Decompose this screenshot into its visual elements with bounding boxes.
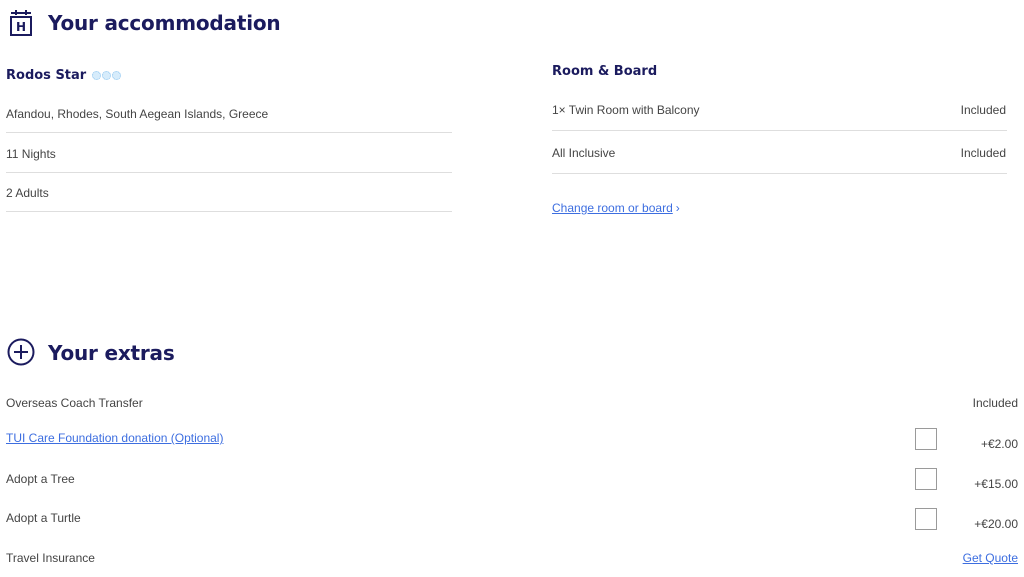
- extra-item-price: +€15.00: [974, 477, 1018, 491]
- extra-item-value: Included: [972, 396, 1018, 410]
- get-quote-link[interactable]: Get Quote: [963, 551, 1018, 565]
- hotel-icon: H: [9, 9, 33, 37]
- get-quote-wrap: Get Quote: [963, 551, 1018, 565]
- svg-text:H: H: [16, 20, 26, 34]
- room-type-status: Included: [960, 103, 1006, 117]
- change-room-or-board-link[interactable]: Change room or board: [552, 201, 673, 215]
- divider: [6, 211, 452, 212]
- tui-care-foundation-link[interactable]: TUI Care Foundation donation (Optional): [6, 431, 223, 445]
- divider: [6, 172, 452, 173]
- extra-item-label: Overseas Coach Transfer: [6, 396, 143, 410]
- adopt-turtle-checkbox[interactable]: [915, 508, 937, 530]
- nights-count: 11 Nights: [6, 147, 56, 161]
- star-icon: [102, 71, 112, 80]
- extra-item-label-wrap: TUI Care Foundation donation (Optional): [6, 431, 223, 445]
- extras-title: Your extras: [48, 341, 175, 365]
- accommodation-title: Your accommodation: [48, 11, 281, 35]
- hotel-name-row: Rodos Star: [6, 68, 122, 83]
- divider: [552, 130, 1007, 131]
- star-icon: [112, 71, 122, 80]
- extra-item-label: Adopt a Turtle: [6, 511, 81, 525]
- room-type: 1× Twin Room with Balcony: [552, 103, 700, 117]
- divider: [6, 132, 452, 133]
- chevron-right-icon: ›: [675, 201, 680, 215]
- change-room-link-wrap: Change room or board ›: [552, 201, 680, 215]
- star-rating: [92, 71, 122, 80]
- star-icon: [92, 71, 102, 80]
- board-type: All Inclusive: [552, 146, 616, 160]
- extra-item-price: +€20.00: [974, 517, 1018, 531]
- room-board-title: Room & Board: [552, 64, 658, 79]
- divider: [552, 173, 1007, 174]
- extra-item-label: Travel Insurance: [6, 551, 95, 565]
- hotel-location: Afandou, Rhodes, South Aegean Islands, G…: [6, 107, 269, 121]
- plus-circle-icon: [7, 338, 35, 366]
- tui-donation-checkbox[interactable]: [915, 428, 937, 450]
- hotel-name: Rodos Star: [6, 68, 87, 83]
- guests-count: 2 Adults: [6, 186, 49, 200]
- extra-item-price: +€2.00: [980, 437, 1018, 451]
- extra-item-label: Adopt a Tree: [6, 472, 75, 486]
- adopt-tree-checkbox[interactable]: [915, 468, 937, 490]
- board-type-status: Included: [960, 146, 1006, 160]
